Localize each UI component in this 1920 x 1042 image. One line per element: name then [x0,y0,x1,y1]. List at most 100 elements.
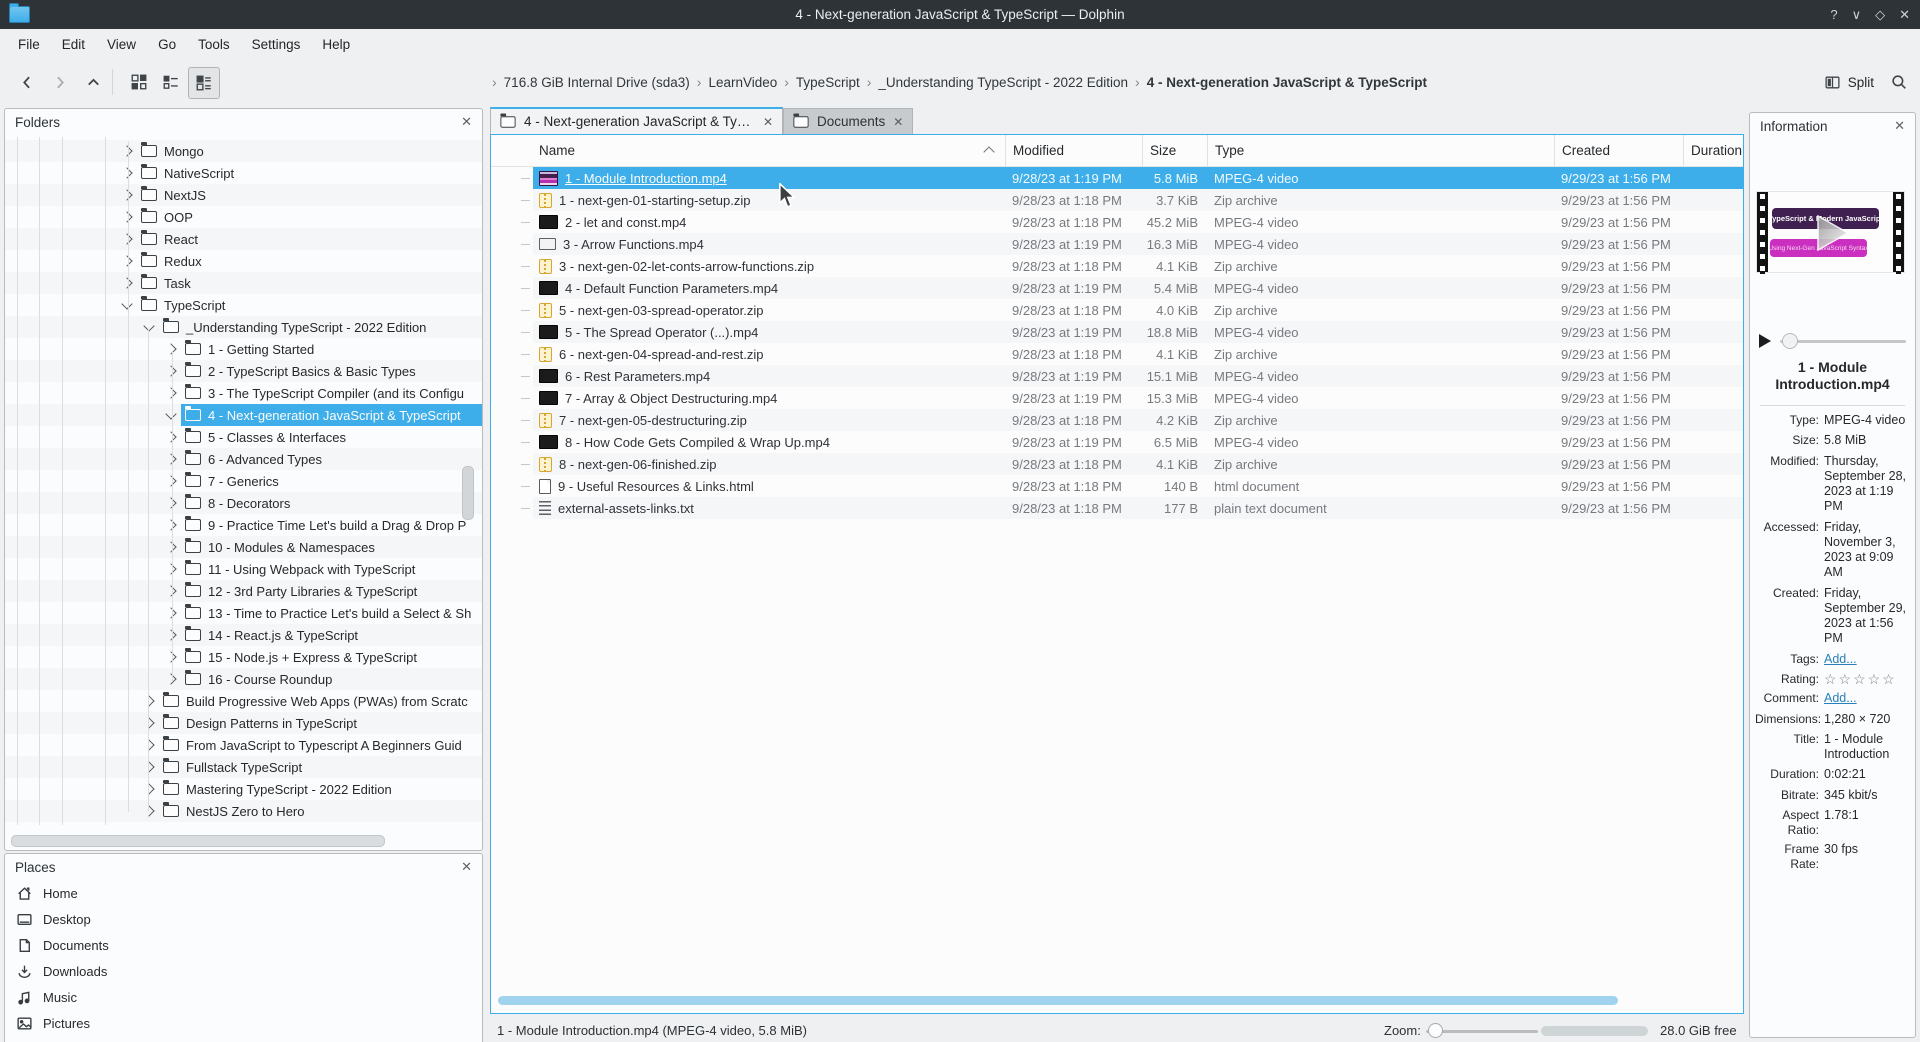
menu-edit[interactable]: Edit [52,33,95,56]
expand-icon[interactable] [165,474,177,487]
tree-item[interactable]: 8 - Decorators [5,492,482,514]
expand-icon[interactable] [165,606,177,619]
close-button[interactable]: ✕ [1899,8,1910,21]
collapse-icon[interactable] [165,407,177,420]
breadcrumb-item[interactable]: LearnVideo [708,75,777,90]
place-item-music[interactable]: Music [5,984,482,1010]
tree-item[interactable]: React [5,228,482,250]
breadcrumb-item[interactable]: TypeScript [796,75,860,90]
expand-icon[interactable] [143,804,155,817]
expand-icon[interactable] [165,430,177,443]
tree-item[interactable]: NestJS Zero to Hero [5,800,482,822]
expand-icon[interactable] [121,210,133,223]
file-row[interactable]: 5 - next-gen-03-spread-operator.zip 9/28/… [491,299,1743,321]
information-panel-close-icon[interactable]: ✕ [1894,118,1905,134]
split-button[interactable]: Split [1820,67,1878,97]
breadcrumb-item[interactable]: 716.8 GiB Internal Drive (sda3) [504,75,690,90]
back-button[interactable] [12,67,42,97]
tree-item[interactable]: NextJS [5,184,482,206]
file-row[interactable]: 8 - How Code Gets Compiled & Wrap Up.mp4… [491,431,1743,453]
expand-icon[interactable] [121,276,133,289]
zoom-slider-handle[interactable] [1428,1023,1443,1038]
place-item[interactable] [5,1036,482,1042]
tree-item[interactable]: Design Patterns in TypeScript [5,712,482,734]
compact-view-button[interactable] [156,67,186,97]
expand-icon[interactable] [165,386,177,399]
expand-icon[interactable] [121,232,133,245]
tree-item[interactable]: 9 - Practice Time Let's build a Drag & D… [5,514,482,536]
help-button[interactable]: ? [1830,8,1837,21]
expand-icon[interactable] [121,144,133,157]
tree-item[interactable]: 7 - Generics [5,470,482,492]
seek-slider-handle[interactable] [1782,332,1798,349]
tree-item[interactable]: Build Progressive Web Apps (PWAs) from S… [5,690,482,712]
file-row[interactable]: external-assets-links.txt 9/28/23 at 1:18… [491,497,1743,519]
add-link[interactable]: Add... [1824,652,1911,667]
expand-icon[interactable] [165,672,177,685]
file-row[interactable]: 1 - next-gen-01-starting-setup.zip 9/28/2… [491,189,1743,211]
expand-icon[interactable] [165,584,177,597]
file-row[interactable]: 7 - Array & Object Destructuring.mp4 9/28… [491,387,1743,409]
file-row[interactable]: 9 - Useful Resources & Links.html 9/28/23… [491,475,1743,497]
column-header-name[interactable]: Name [533,135,1005,166]
tree-item[interactable]: 6 - Advanced Types [5,448,482,470]
icons-view-button[interactable] [124,67,154,97]
file-row[interactable]: 6 - next-gen-04-spread-and-rest.zip 9/28/… [491,343,1743,365]
place-item-desktop[interactable]: Desktop [5,906,482,932]
tree-item[interactable]: TypeScript [5,294,482,316]
rating-stars[interactable]: ☆☆☆☆☆ [1824,672,1911,687]
collapse-icon[interactable] [143,319,155,332]
column-header-modified[interactable]: Modified [1005,135,1142,166]
add-link[interactable]: Add... [1824,691,1911,706]
place-item-downloads[interactable]: Downloads [5,958,482,984]
expand-icon[interactable] [121,166,133,179]
search-button[interactable] [1884,67,1914,97]
column-header-created[interactable]: Created [1554,135,1683,166]
menu-settings[interactable]: Settings [242,33,311,56]
maximize-button[interactable]: ◇ [1875,8,1885,21]
tree-item[interactable]: NativeScript [5,162,482,184]
folders-panel-close-icon[interactable]: ✕ [461,114,472,130]
expand-icon[interactable] [143,738,155,751]
expand-icon[interactable] [165,562,177,575]
file-row[interactable]: 3 - Arrow Functions.mp4 9/28/23 at 1:19 P… [491,233,1743,255]
tree-item[interactable]: 15 - Node.js + Express & TypeScript [5,646,482,668]
breadcrumb-item[interactable]: 4 - Next-generation JavaScript & TypeScr… [1147,75,1427,90]
place-item-home[interactable]: Home [5,880,482,906]
expand-icon[interactable] [165,342,177,355]
expand-icon[interactable] [165,650,177,663]
tree-item[interactable]: Task [5,272,482,294]
column-header-type[interactable]: Type [1207,135,1554,166]
folders-vertical-scrollbar[interactable] [462,466,474,520]
tree-item[interactable]: Fullstack TypeScript [5,756,482,778]
tree-item[interactable]: Mastering TypeScript - 2022 Edition [5,778,482,800]
tree-item[interactable]: 1 - Getting Started [5,338,482,360]
tree-item[interactable]: Redux [5,250,482,272]
tab-close-icon[interactable]: ✕ [893,115,903,129]
breadcrumb-item[interactable]: _Understanding TypeScript - 2022 Edition [878,75,1128,90]
expand-icon[interactable] [165,540,177,553]
file-row[interactable]: 3 - next-gen-02-let-conts-arrow-function… [491,255,1743,277]
expand-icon[interactable] [165,364,177,377]
tree-item[interactable]: 12 - 3rd Party Libraries & TypeScript [5,580,482,602]
details-view-button[interactable] [188,67,220,99]
expand-icon[interactable] [143,694,155,707]
column-header-size[interactable]: Size [1142,135,1207,166]
tree-item[interactable]: _Understanding TypeScript - 2022 Edition [5,316,482,338]
tab-close-icon[interactable]: ✕ [763,115,773,129]
tree-item[interactable]: 3 - The TypeScript Compiler (and its Con… [5,382,482,404]
minimize-button[interactable]: ∨ [1852,8,1862,21]
tree-item[interactable]: 4 - Next-generation JavaScript & TypeScr… [5,404,482,426]
menu-tools[interactable]: Tools [188,33,240,56]
place-item-documents[interactable]: Documents [5,932,482,958]
expand-icon[interactable] [165,518,177,531]
tree-item[interactable]: 11 - Using Webpack with TypeScript [5,558,482,580]
file-row[interactable]: 2 - let and const.mp4 9/28/23 at 1:18 PM 4… [491,211,1743,233]
tree-item[interactable]: 14 - React.js & TypeScript [5,624,482,646]
column-header-duration[interactable]: Duration [1683,135,1743,166]
tree-item[interactable]: 2 - TypeScript Basics & Basic Types [5,360,482,382]
up-button[interactable] [78,67,108,97]
collapse-icon[interactable] [121,297,133,310]
menu-view[interactable]: View [97,33,146,56]
expand-icon[interactable] [165,628,177,641]
